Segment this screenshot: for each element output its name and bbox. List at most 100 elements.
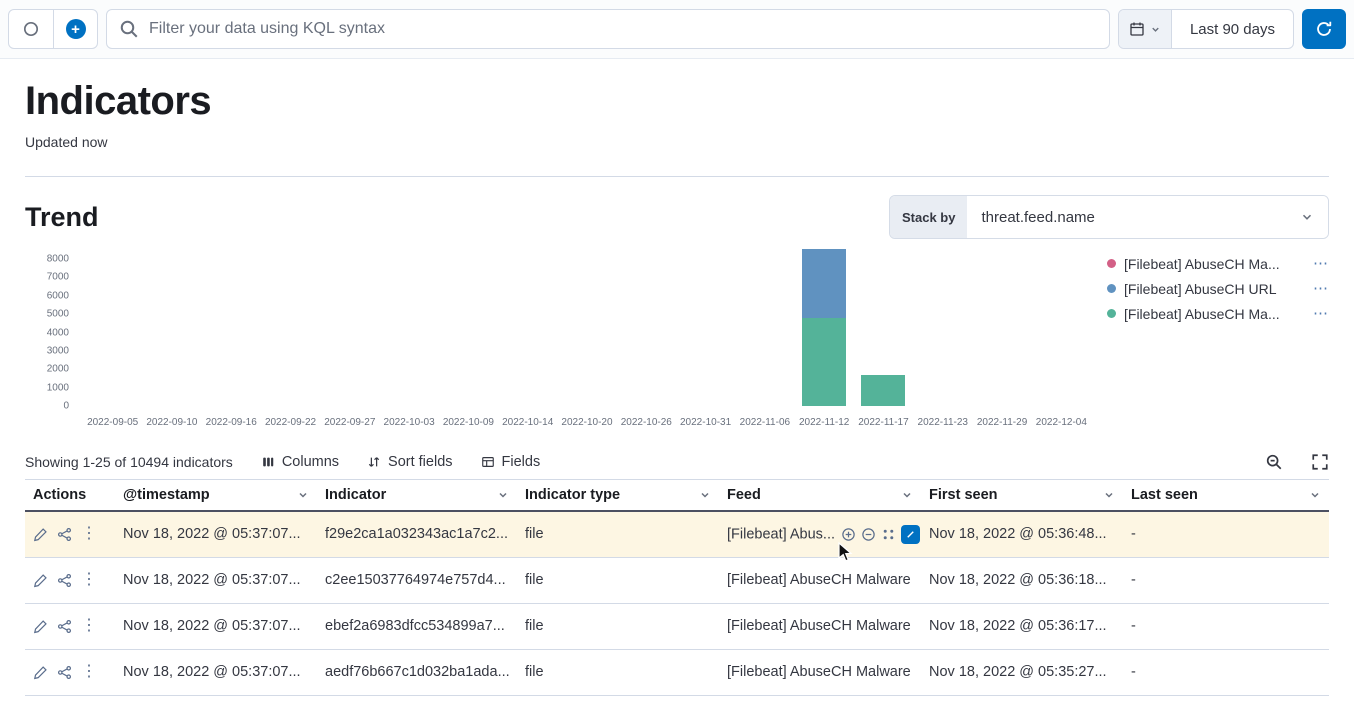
last-seen-cell[interactable]: -	[1123, 511, 1329, 557]
sort-fields-button[interactable]: Sort fields	[367, 454, 452, 470]
legend-item[interactable]: [Filebeat] AbuseCH Ma... ⋯	[1107, 251, 1329, 276]
last-seen-cell[interactable]: -	[1123, 557, 1329, 603]
bar-segment[interactable]	[802, 249, 846, 318]
investigate-in-timeline-button[interactable]	[57, 619, 72, 634]
more-actions-button[interactable]: ⋮	[81, 664, 97, 680]
filter-out-button[interactable]	[861, 527, 876, 542]
column-header-indicator-type[interactable]: Indicator type	[517, 480, 719, 512]
indicator-type-cell[interactable]: file	[517, 649, 719, 695]
chevron-down-icon[interactable]	[901, 489, 913, 501]
column-header-feed[interactable]: Feed	[719, 480, 921, 512]
indicator-type-cell[interactable]: file	[517, 511, 719, 557]
investigate-in-timeline-button[interactable]	[57, 527, 72, 542]
indicator-cell[interactable]: f29e2ca1a032343ac1a7c2...	[317, 511, 517, 557]
bar-segment[interactable]	[802, 318, 846, 406]
timestamp-cell[interactable]: Nov 18, 2022 @ 05:37:07...	[115, 511, 317, 557]
first-seen-cell[interactable]: Nov 18, 2022 @ 05:36:48...	[921, 511, 1123, 557]
fields-button[interactable]: Fields	[481, 454, 541, 470]
chevron-down-icon[interactable]	[497, 489, 509, 501]
legend-more-button[interactable]: ⋯	[1313, 306, 1329, 321]
chevron-down-icon[interactable]	[1309, 489, 1321, 501]
column-header-first-seen[interactable]: First seen	[921, 480, 1123, 512]
trend-chart: 010002000300040005000600070008000 2022-0…	[25, 249, 1329, 443]
fullscreen-button[interactable]	[1311, 453, 1329, 471]
stack-by-select[interactable]: threat.feed.name	[967, 196, 1328, 238]
sort-icon	[367, 455, 381, 469]
timestamp-cell[interactable]: Nov 18, 2022 @ 05:37:07...	[115, 603, 317, 649]
cell-hover-actions	[841, 525, 920, 544]
chevron-down-icon[interactable]	[297, 489, 309, 501]
x-tick-label: 2022-11-29	[972, 417, 1031, 428]
feed-cell[interactable]: [Filebeat] AbuseCH Malware	[719, 557, 921, 603]
indicator-cell[interactable]: ebef2a6983dfcc534899a7...	[317, 603, 517, 649]
share-graph-icon	[57, 665, 72, 680]
date-range-button[interactable]: Last 90 days	[1172, 10, 1293, 48]
refresh-button[interactable]	[1302, 9, 1346, 49]
chart-plot: 010002000300040005000600070008000 2022-0…	[25, 249, 1107, 443]
legend-more-button[interactable]: ⋯	[1313, 256, 1329, 271]
timestamp-cell[interactable]: Nov 18, 2022 @ 05:37:07...	[115, 649, 317, 695]
table-row[interactable]: ⋮ Nov 18, 2022 @ 05:37:07... f29e2ca1a03…	[25, 511, 1329, 557]
y-tick-label: 5000	[47, 309, 69, 320]
column-header-indicator[interactable]: Indicator	[317, 480, 517, 512]
chevron-down-icon[interactable]	[1103, 489, 1115, 501]
timestamp-cell[interactable]: Nov 18, 2022 @ 05:37:07...	[115, 557, 317, 603]
x-tick-label: 2022-12-04	[1032, 417, 1091, 428]
first-seen-cell[interactable]: Nov 18, 2022 @ 05:36:17...	[921, 603, 1123, 649]
investigate-in-timeline-button[interactable]	[57, 573, 72, 588]
edit-indicator-button[interactable]	[33, 527, 48, 542]
grid-toolbar: Showing 1-25 of 10494 indicators Columns…	[25, 453, 1329, 471]
grid-summary: Showing 1-25 of 10494 indicators	[25, 454, 233, 470]
more-actions-button[interactable]: ⋮	[81, 618, 97, 634]
x-tick-label: 2022-11-06	[735, 417, 794, 428]
indicator-cell[interactable]: aedf76b667c1d032ba1ada...	[317, 649, 517, 695]
share-graph-icon	[57, 573, 72, 588]
edit-indicator-button[interactable]	[33, 619, 48, 634]
section-divider	[25, 176, 1329, 177]
edit-indicator-button[interactable]	[33, 665, 48, 680]
inspect-button[interactable]	[1265, 453, 1283, 471]
columns-icon	[261, 455, 275, 469]
last-seen-cell[interactable]: -	[1123, 649, 1329, 695]
filter-in-button[interactable]	[841, 527, 856, 542]
chevron-down-icon[interactable]	[699, 489, 711, 501]
edit-indicator-button[interactable]	[33, 573, 48, 588]
chart-y-axis: 010002000300040005000600070008000	[25, 249, 75, 411]
indicator-cell[interactable]: c2ee15037764974e757d4...	[317, 557, 517, 603]
column-header-last-seen[interactable]: Last seen	[1123, 480, 1329, 512]
saved-query-menu-button[interactable]	[9, 10, 53, 48]
y-tick-label: 1000	[47, 382, 69, 393]
table-row[interactable]: ⋮ Nov 18, 2022 @ 05:37:07... aedf76b667c…	[25, 649, 1329, 695]
more-actions-button[interactable]: ⋮	[81, 572, 97, 588]
first-seen-cell[interactable]: Nov 18, 2022 @ 05:35:27...	[921, 649, 1123, 695]
chevron-down-icon	[1300, 210, 1314, 224]
table-row[interactable]: ⋮ Nov 18, 2022 @ 05:37:07... ebef2a6983d…	[25, 603, 1329, 649]
feed-cell[interactable]: [Filebeat] Abus...	[719, 511, 921, 557]
bar-segment[interactable]	[861, 375, 905, 406]
legend-more-button[interactable]: ⋯	[1313, 281, 1329, 296]
column-header-timestamp[interactable]: @timestamp	[115, 480, 317, 512]
indicator-type-cell[interactable]: file	[517, 603, 719, 649]
table-row[interactable]: ⋮ Nov 18, 2022 @ 05:37:07... c2ee1503776…	[25, 557, 1329, 603]
kql-search-input[interactable]	[149, 20, 1097, 38]
first-seen-cell[interactable]: Nov 18, 2022 @ 05:36:18...	[921, 557, 1123, 603]
search-icon	[119, 19, 139, 39]
feed-cell[interactable]: [Filebeat] AbuseCH Malware	[719, 603, 921, 649]
last-seen-cell[interactable]: -	[1123, 603, 1329, 649]
add-filter-button[interactable]: +	[53, 10, 97, 48]
legend-item[interactable]: [Filebeat] AbuseCH URL ⋯	[1107, 276, 1329, 301]
x-tick-label: 2022-10-14	[498, 417, 557, 428]
legend-item[interactable]: [Filebeat] AbuseCH Ma... ⋯	[1107, 301, 1329, 326]
feed-cell[interactable]: [Filebeat] AbuseCH Malware	[719, 649, 921, 695]
investigate-timeline-button[interactable]	[901, 525, 920, 544]
investigate-in-timeline-button[interactable]	[57, 665, 72, 680]
fullscreen-icon	[1311, 453, 1329, 471]
column-header-actions[interactable]: Actions	[25, 480, 115, 512]
indicator-type-cell[interactable]: file	[517, 557, 719, 603]
inspect-icon	[1265, 453, 1283, 471]
add-to-timeline-button[interactable]	[881, 527, 896, 542]
date-quick-select-button[interactable]	[1119, 10, 1172, 48]
columns-button[interactable]: Columns	[261, 454, 339, 470]
more-actions-button[interactable]: ⋮	[81, 526, 97, 542]
legend-color-dot	[1107, 284, 1116, 293]
